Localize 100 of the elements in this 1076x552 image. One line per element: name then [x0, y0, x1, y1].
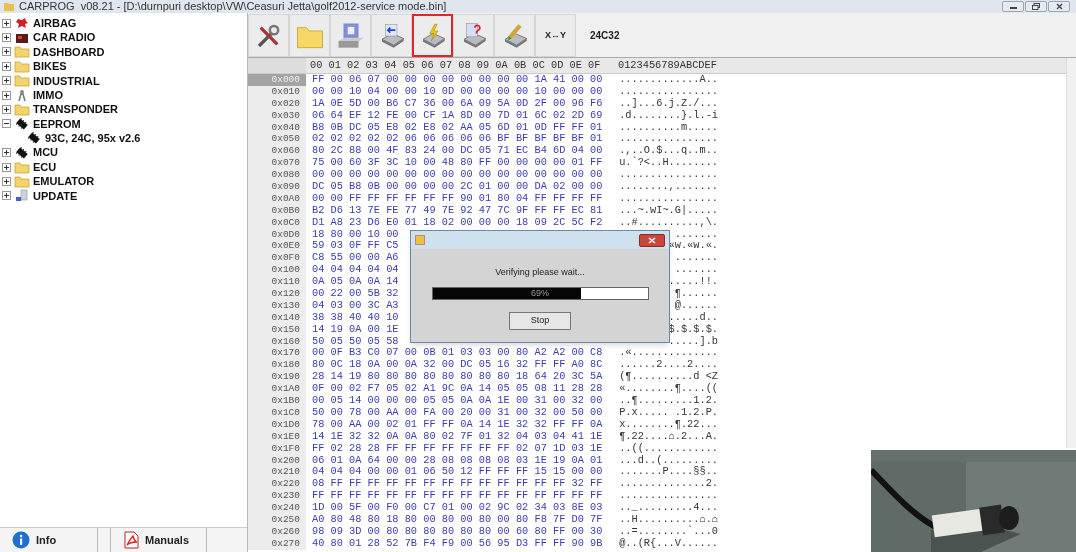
tree-item[interactable]: UPDATE — [33, 187, 78, 205]
ascii-text: .....d.. — [668, 311, 718, 324]
row-address[interactable]: 0x0E0 — [248, 240, 306, 253]
ascii-text: ..#..........,\. — [619, 216, 718, 229]
expand-icon[interactable] — [2, 105, 11, 115]
tree-item[interactable]: BIKES — [33, 58, 67, 75]
swap-button[interactable]: X↔Y — [535, 14, 576, 57]
ascii-text: ..=........`...0 — [619, 525, 718, 538]
hex-bytes: FF FF FF FF FF FF FF FF FF FF FF FF FF FF FF FF — [312, 489, 603, 502]
tree-item[interactable]: ECU — [33, 158, 57, 176]
hex-bytes: B2 D6 13 7E FE 77 49 7E 92 47 7C 9F FF FF EC 81 — [312, 203, 603, 216]
hex-bytes: 04 03 00 3C A3 — [312, 298, 399, 311]
hex-bytes: 59 03 0F FF C5 — [312, 239, 399, 252]
row-address[interactable]: 0x070 — [248, 157, 306, 170]
row-address[interactable]: 0x110 — [248, 276, 306, 289]
collapse-icon[interactable] — [2, 119, 11, 129]
row-address[interactable]: 0x210 — [248, 466, 306, 479]
hex-bytes: 00 00 10 04 00 00 10 0D 00 00 00 00 10 00 00 00 — [312, 84, 603, 97]
close-icon — [648, 236, 656, 244]
row-address[interactable]: 0x120 — [248, 288, 306, 300]
hex-bytes: 50 05 50 05 58 — [312, 334, 399, 347]
stop-button[interactable]: Stop — [509, 311, 571, 330]
hex-bytes: 28 14 19 80 80 80 80 80 80 80 80 18 64 20 3C 5A — [312, 370, 603, 383]
ascii-text: ................ — [619, 133, 718, 145]
row-address[interactable]: 0x050 — [248, 133, 306, 146]
row-address[interactable]: 0x180 — [248, 359, 306, 372]
pdf-icon — [123, 531, 139, 549]
column-header: 00 01 02 03 04 05 06 07 08 09 0A 0B 0C 0D 0E 0F — [309, 57, 602, 73]
hex-bytes: 08 FF FF FF FF FF FF FF FF FF FF FF FF FF 32 FF — [312, 477, 603, 490]
tree-item[interactable]: AIRBAG — [33, 14, 77, 32]
row-address[interactable]: 0x100 — [248, 264, 306, 277]
ascii-text: ....... — [674, 252, 718, 265]
close-button[interactable] — [1048, 1, 1070, 12]
ascii-text: ...d..(......... — [619, 454, 718, 466]
ascii-text: .......P....§§.. — [619, 466, 718, 479]
hex-bytes: DC 05 B8 0B 00 00 00 00 2C 01 00 00 DA 02 00 00 — [312, 180, 603, 192]
row-address[interactable]: 0x220 — [248, 478, 306, 491]
ascii-text: (¶..........d <Z — [619, 371, 718, 383]
maximize-button[interactable] — [1025, 1, 1047, 12]
expand-icon[interactable] — [2, 47, 11, 57]
ascii-text: ....... — [674, 228, 718, 241]
window-icon — [415, 235, 425, 245]
row-address[interactable]: 0x090 — [248, 181, 306, 193]
ascii-text: «w.«w.«. — [668, 240, 718, 253]
row-address[interactable]: 0x0F0 — [248, 252, 306, 265]
hex-bytes: 00 0F B3 C0 07 00 0B 01 03 03 00 80 A2 A2 00 C8 — [312, 346, 603, 359]
row-address[interactable]: 0x240 — [248, 502, 306, 514]
hex-bytes: 1A 0E 5D 00 B6 C7 36 00 6A 09 5A 0D 2F 00 96 F6 — [312, 96, 603, 109]
tree-item[interactable]: IMMO — [33, 86, 63, 104]
ascii-text: ..¶.........1.2. — [619, 395, 718, 407]
expand-icon[interactable] — [2, 162, 11, 172]
tree-item[interactable]: INDUSTRIAL — [33, 72, 100, 89]
expand-icon[interactable] — [2, 148, 11, 158]
hex-bytes: 00 05 14 00 00 00 05 05 0A 0A 1E 00 31 00 32 00 — [312, 394, 603, 407]
ascii-text: ..]...6.j.Z./... — [619, 97, 718, 110]
progress-text: 69% — [530, 287, 550, 299]
expand-icon[interactable] — [2, 61, 11, 71]
ascii-text: ..((............ — [619, 442, 718, 455]
expand-icon[interactable] — [2, 33, 11, 43]
tree-item[interactable]: CAR RADIO — [33, 29, 96, 46]
computer-icon — [15, 189, 29, 203]
tree-item[interactable]: DASHBOARD — [33, 43, 105, 61]
folder-icon — [14, 59, 30, 73]
ascii-text: @...... — [674, 299, 718, 312]
row-address[interactable]: 0x060 — [248, 145, 306, 158]
tree-item[interactable]: TRANSPONDER — [33, 101, 118, 118]
ascii-text: x........¶.22... — [619, 418, 718, 431]
radio-icon — [15, 31, 29, 44]
tree-item[interactable]: 93C, 24C, 95x v2.6 — [45, 130, 141, 147]
row-address[interactable]: 0x230 — [248, 490, 306, 503]
expand-icon[interactable] — [2, 90, 11, 100]
ascii-text: ¶...... — [674, 288, 718, 300]
expand-icon[interactable] — [2, 76, 11, 86]
close-button[interactable] — [639, 233, 665, 247]
tree-item[interactable]: EMULATOR — [33, 173, 95, 190]
info-icon — [12, 531, 30, 549]
hex-bytes: D1 A8 23 D6 E0 01 18 02 00 00 00 18 09 2C 5C F2 — [312, 215, 603, 228]
row-address[interactable]: 0x1A0 — [248, 383, 306, 396]
minimize-button[interactable] — [1002, 1, 1024, 12]
hex-bytes: A0 80 48 80 18 80 00 80 00 80 00 80 F8 7F D0 7F — [312, 512, 603, 525]
tree-item[interactable]: MCU — [33, 144, 59, 161]
bottom-tab[interactable]: Info — [0, 528, 98, 552]
expand-icon[interactable] — [2, 18, 11, 28]
expand-icon[interactable] — [2, 191, 11, 201]
row-address[interactable]: 0x170 — [248, 347, 306, 360]
ascii-text: «........¶....(( — [619, 383, 718, 396]
hex-bytes: 0A 05 0A 0A 14 — [312, 275, 399, 288]
expand-icon[interactable] — [2, 177, 11, 186]
hex-bytes: 02 02 02 02 02 06 06 06 06 06 BF BF BF BF BF 01 — [312, 132, 603, 145]
row-address[interactable]: 0x080 — [248, 169, 306, 181]
hex-bytes: 14 19 0A 00 1E — [312, 322, 399, 335]
ascii-text: .._.........4... — [619, 502, 718, 514]
toolbar-button[interactable] — [412, 14, 453, 57]
bottom-tab[interactable]: Manuals — [110, 528, 207, 552]
hex-bytes: 98 09 3D 00 80 80 80 80 80 80 00 60 80 FF 00 30 — [312, 524, 603, 537]
ascii-text: .....].b — [668, 335, 718, 348]
tree-item[interactable]: EEPROM — [33, 115, 81, 133]
scrollbar[interactable] — [1066, 58, 1076, 448]
row-address[interactable]: 0x1B0 — [248, 395, 306, 407]
row-address[interactable]: 0x190 — [248, 371, 306, 384]
